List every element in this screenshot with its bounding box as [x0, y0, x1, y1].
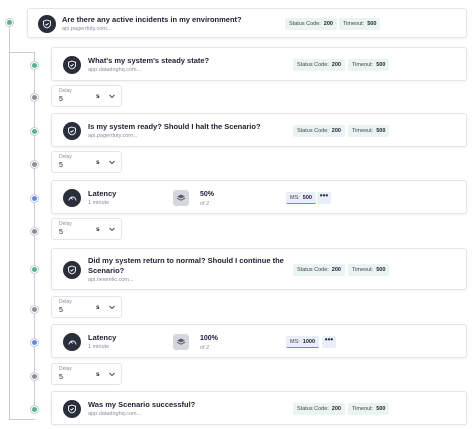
- timeline-dot: [6, 19, 13, 26]
- attack-title: Latency: [88, 189, 117, 198]
- probe-card[interactable]: Is my system ready? Should I halt the Sc…: [51, 113, 467, 147]
- delay-label: Delay: [59, 154, 72, 160]
- probe-source: api.newrelic.com...: [88, 277, 134, 283]
- status-code-badge: Status Code: 200: [293, 59, 345, 71]
- delay-unit[interactable]: s: [96, 159, 100, 166]
- timeline-dot: [31, 228, 38, 235]
- probe-source: app.datadoghq.com...: [88, 67, 142, 73]
- probe-source: api.pagerduty.com...: [62, 26, 112, 32]
- timeline-dot: [31, 94, 38, 101]
- probe-title: Did my system return to normal? Should I…: [88, 256, 284, 265]
- timeline-dot: [31, 373, 38, 380]
- delay-unit[interactable]: s: [96, 226, 100, 233]
- timeline-dot: [31, 339, 38, 346]
- probe-card[interactable]: Did my system return to normal? Should I…: [51, 248, 467, 290]
- chevron-down-icon[interactable]: [108, 225, 116, 233]
- delay-unit[interactable]: s: [96, 93, 100, 100]
- attack-percent: 50%: [200, 191, 215, 198]
- timeout-badge: Timeout: 500: [348, 125, 390, 137]
- shield-check-icon: [38, 15, 56, 33]
- attack-duration: 1 minute: [88, 200, 110, 206]
- timeline-dot: [31, 406, 38, 413]
- delay-value[interactable]: 5: [59, 96, 63, 103]
- probe-source: api.pagerduty.com...: [88, 133, 138, 139]
- timeout-badge: Timeout: 500: [348, 403, 390, 415]
- shield-check-icon: [63, 400, 81, 418]
- gauge-icon: [63, 333, 81, 351]
- delay-unit[interactable]: s: [96, 304, 100, 311]
- delay-label: Delay: [59, 88, 72, 94]
- probe-card[interactable]: What's my system's steady state? app.dat…: [51, 47, 467, 81]
- more-options-button[interactable]: •••: [322, 336, 336, 348]
- delay-label: Delay: [59, 299, 72, 305]
- layers-icon: [173, 334, 189, 350]
- delay-input[interactable]: Delay 5 s: [51, 363, 122, 385]
- chevron-down-icon[interactable]: [108, 158, 116, 166]
- timeline-dot: [31, 128, 38, 135]
- delay-value[interactable]: 5: [59, 307, 63, 314]
- timeline-dot: [31, 62, 38, 69]
- delay-value[interactable]: 5: [59, 229, 63, 236]
- delay-label: Delay: [59, 366, 72, 372]
- delay-value[interactable]: 5: [59, 374, 63, 381]
- delay-input[interactable]: Delay 5 s: [51, 151, 122, 173]
- status-code-badge: Status Code: 200: [293, 264, 345, 276]
- status-code-badge: Status Code: 200: [293, 403, 345, 415]
- delay-unit[interactable]: s: [96, 371, 100, 378]
- probe-source: app.datadoghq.com...: [88, 411, 142, 417]
- delay-input[interactable]: Delay 5 s: [51, 296, 122, 318]
- attack-percent: 100%: [200, 335, 218, 342]
- attack-card[interactable]: Latency 1 minute 100% of 2 MS: 1000 •••: [51, 324, 467, 358]
- probe-title-continued: Scenario?: [88, 266, 125, 275]
- more-options-button[interactable]: •••: [317, 192, 331, 204]
- probe-card[interactable]: Was my Scenario successful? app.datadogh…: [51, 391, 467, 425]
- attack-card[interactable]: Latency 1 minute 50% of 2 MS: 500 •••: [51, 180, 467, 214]
- probe-card[interactable]: Are there any active incidents in my env…: [27, 8, 467, 38]
- gauge-icon: [63, 189, 81, 207]
- chevron-down-icon[interactable]: [108, 370, 116, 378]
- timeline-dot: [31, 161, 38, 168]
- probe-title: Was my Scenario successful?: [88, 400, 196, 409]
- chevron-down-icon[interactable]: [108, 92, 116, 100]
- probe-title: What's my system's steady state?: [88, 56, 210, 65]
- delay-input[interactable]: Delay 5 s: [51, 218, 122, 240]
- probe-title: Are there any active incidents in my env…: [62, 15, 242, 24]
- delay-label: Delay: [59, 221, 72, 227]
- attack-of: of 2: [200, 345, 210, 351]
- timeline-dot: [31, 195, 38, 202]
- timeline-branch-bottom: [9, 419, 35, 420]
- probe-title: Is my system ready? Should I halt the Sc…: [88, 122, 261, 131]
- shield-check-icon: [63, 261, 81, 279]
- ms-badge: MS: 500: [286, 192, 316, 204]
- chevron-down-icon[interactable]: [108, 303, 116, 311]
- shield-check-icon: [63, 122, 81, 140]
- timeline-branch-top: [9, 52, 35, 53]
- timeout-badge: Timeout: 500: [348, 59, 390, 71]
- layers-icon: [173, 190, 189, 206]
- timeout-badge: Timeout: 500: [348, 264, 390, 276]
- attack-duration: 1 minute: [88, 344, 110, 350]
- delay-input[interactable]: Delay 5 s: [51, 85, 122, 107]
- ms-badge: MS: 1000: [286, 336, 320, 348]
- delay-value[interactable]: 5: [59, 162, 63, 169]
- attack-of: of 2: [200, 201, 210, 207]
- timeline-main-line: [9, 22, 10, 420]
- timeout-badge: Timeout: 500: [339, 18, 381, 30]
- status-code-badge: Status Code: 200: [293, 125, 345, 137]
- timeline-dot: [31, 266, 38, 273]
- attack-title: Latency: [88, 333, 117, 342]
- shield-check-icon: [63, 56, 81, 74]
- status-code-badge: Status Code: 200: [285, 18, 337, 30]
- timeline-dot: [31, 306, 38, 313]
